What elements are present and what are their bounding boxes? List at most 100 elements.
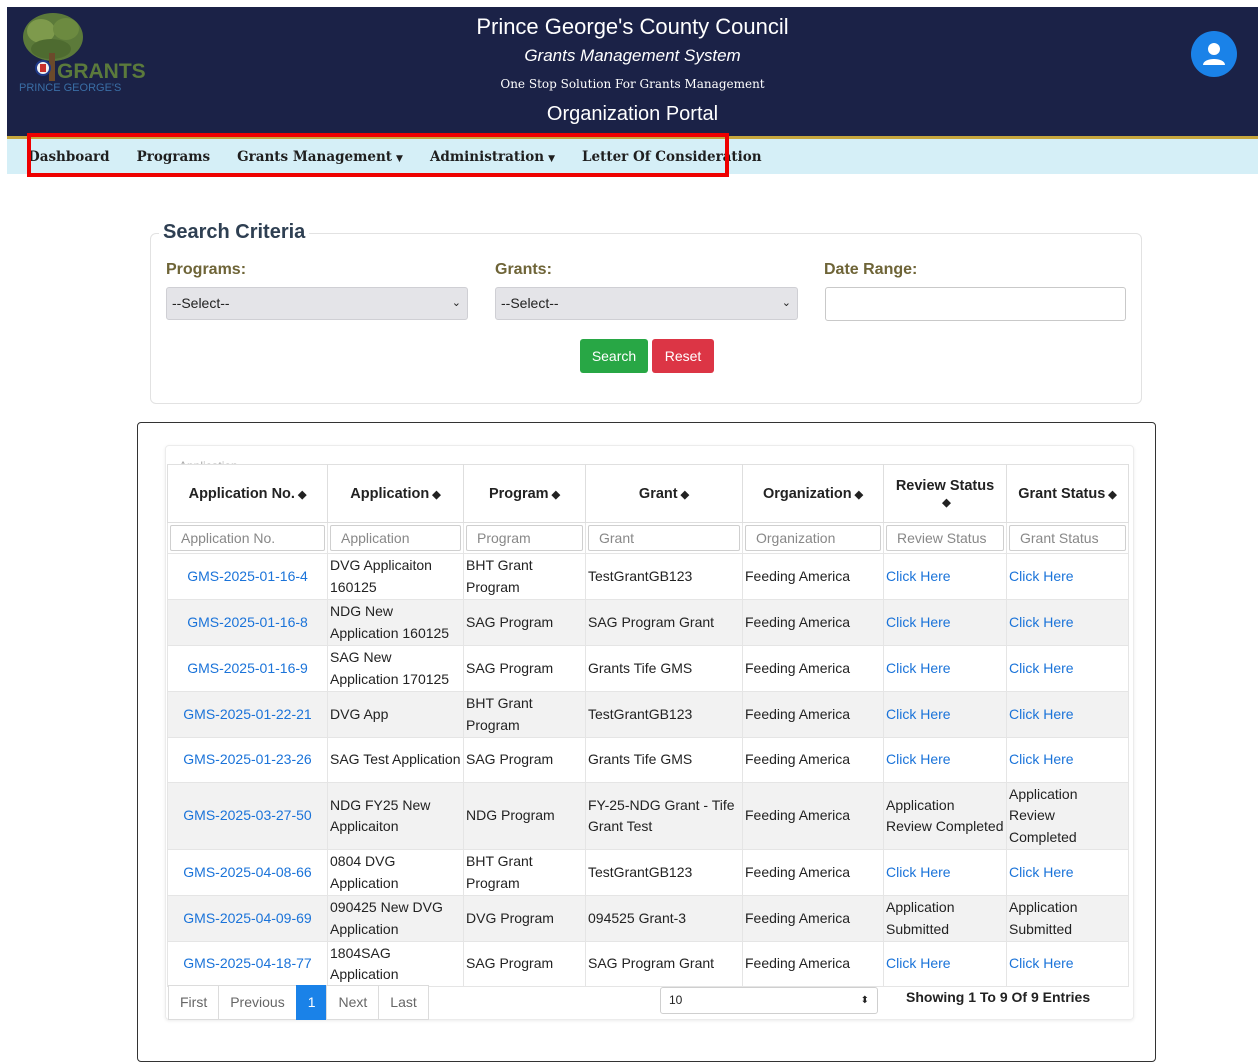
nav-item-administration[interactable]: Administration ▼: [430, 149, 555, 165]
column-header-application[interactable]: Application ◆: [327, 464, 464, 523]
filter-program-input[interactable]: Program: [466, 525, 583, 551]
review-status-link[interactable]: Click Here: [883, 645, 1007, 692]
organization-cell: Feeding America: [742, 941, 884, 987]
grant-status-link[interactable]: Click Here: [1006, 645, 1129, 692]
review-status-link[interactable]: Click Here: [883, 941, 1007, 987]
sort-icon: ◆: [942, 496, 951, 509]
grant-status-link[interactable]: Click Here: [1006, 849, 1129, 896]
filter-cell: Program: [463, 522, 586, 554]
application-name-cell: DVG App: [327, 691, 464, 738]
date-range-input[interactable]: [825, 287, 1126, 321]
filter-grant-status-input[interactable]: Grant Status: [1009, 525, 1126, 551]
review-status-link[interactable]: Click Here: [883, 599, 1007, 646]
entries-summary: Showing 1 To 9 Of 9 Entries: [906, 989, 1091, 1005]
grant-status-link[interactable]: Click Here: [1006, 737, 1129, 783]
grant-cell: TestGrantGB123: [585, 553, 743, 600]
review-status-link[interactable]: Click Here: [883, 737, 1007, 783]
application-no-link[interactable]: GMS-2025-01-16-9: [167, 645, 328, 692]
previous-page-button[interactable]: Previous: [218, 985, 297, 1020]
nav-label: Dashboard: [28, 148, 110, 165]
page-1-button[interactable]: 1: [295, 985, 328, 1020]
table-header-row: Application No. ◆ Application ◆ Program ◆ G…: [167, 464, 1129, 523]
grant-status-link[interactable]: Click Here: [1006, 941, 1129, 987]
grant-status-cell: Application Review Completed: [1006, 782, 1129, 850]
program-cell: DVG Program: [463, 895, 586, 942]
grants-select[interactable]: --Select-- ⌄: [495, 287, 798, 320]
application-name-cell: NDG FY25 New Applicaiton: [327, 782, 464, 850]
nav-item-letter-of-consideration[interactable]: Letter Of Consideration: [582, 149, 762, 165]
application-name-cell: NDG New Application 160125: [327, 599, 464, 646]
chevron-down-icon: ⌄: [451, 297, 461, 309]
organization-cell: Feeding America: [742, 849, 884, 896]
sort-icon: ◆: [432, 488, 441, 501]
organization-cell: Feeding America: [742, 599, 884, 646]
column-header-label: Program: [488, 485, 549, 502]
nav-item-programs[interactable]: Programs: [137, 149, 210, 165]
search-button[interactable]: Search: [580, 339, 648, 373]
filter-organization-input[interactable]: Organization: [745, 525, 881, 551]
filter-grant-input[interactable]: Grant: [588, 525, 740, 551]
grant-status-link[interactable]: Click Here: [1006, 599, 1129, 646]
application-no-link[interactable]: GMS-2025-01-16-8: [167, 599, 328, 646]
nav-item-dashboard[interactable]: Dashboard: [28, 149, 110, 165]
column-header-organization[interactable]: Organization ◆: [742, 464, 884, 523]
nav-label: Grants Management: [237, 148, 393, 165]
filter-cell: Organization: [742, 522, 884, 554]
application-name-cell: SAG New Application 170125: [327, 645, 464, 692]
next-page-button[interactable]: Next: [326, 985, 380, 1020]
table-row: GMS-2025-01-16-8 NDG New Application 1601…: [167, 599, 1129, 646]
filter-application-no-input[interactable]: Application No.: [170, 525, 325, 551]
table-row: GMS-2025-04-08-66 0804 DVG Application BHT…: [167, 849, 1129, 896]
filter-cell: Grant: [585, 522, 743, 554]
program-cell: SAG Program: [463, 737, 586, 783]
first-page-button[interactable]: First: [168, 985, 220, 1020]
programs-select-value: --Select--: [172, 295, 230, 311]
application-no-link[interactable]: GMS-2025-04-18-77: [167, 941, 328, 987]
column-header-label: Grant: [638, 485, 678, 502]
organization-cell: Feeding America: [742, 691, 884, 738]
council-title: Prince George's County Council: [476, 14, 789, 39]
application-no-link[interactable]: GMS-2025-03-27-50: [167, 782, 328, 850]
main-navbar: Dashboard Programs Grants Management ▼ Ad…: [7, 139, 1258, 174]
review-status-cell: Application Review Completed: [883, 782, 1007, 850]
grant-cell: TestGrantGB123: [585, 691, 743, 738]
application-no-link[interactable]: GMS-2025-01-22-21: [167, 691, 328, 738]
last-page-button[interactable]: Last: [378, 985, 429, 1020]
user-avatar-button[interactable]: [1191, 31, 1237, 77]
column-header-label: Review Status: [895, 477, 995, 494]
page-size-select[interactable]: 10 ⬍: [660, 987, 878, 1014]
application-no-link[interactable]: GMS-2025-04-09-69: [167, 895, 328, 942]
review-status-link[interactable]: Click Here: [883, 691, 1007, 738]
programs-select[interactable]: --Select-- ⌄: [166, 287, 468, 320]
application-name-cell: 090425 New DVG Application: [327, 895, 464, 942]
grant-status-link[interactable]: Click Here: [1006, 553, 1129, 600]
program-cell: BHT Grant Program: [463, 553, 586, 600]
application-no-link[interactable]: GMS-2025-01-23-26: [167, 737, 328, 783]
filter-application-input[interactable]: Application: [330, 525, 461, 551]
applications-table: Application No. ◆ Application ◆ Program ◆ G…: [167, 464, 1129, 987]
filter-review-status-input[interactable]: Review Status: [886, 525, 1004, 551]
review-status-link[interactable]: Click Here: [883, 553, 1007, 600]
sort-icon: ◆: [551, 488, 561, 501]
reset-button[interactable]: Reset: [652, 339, 714, 373]
application-no-link[interactable]: GMS-2025-04-08-66: [167, 849, 328, 896]
program-cell: SAG Program: [463, 599, 586, 646]
review-status-link[interactable]: Click Here: [883, 849, 1007, 896]
programs-label: Programs:: [166, 261, 247, 278]
column-header-program[interactable]: Program ◆: [463, 464, 586, 523]
column-header-application-no[interactable]: Application No. ◆: [167, 464, 328, 523]
organization-cell: Feeding America: [742, 782, 884, 850]
column-header-grant[interactable]: Grant ◆: [585, 464, 743, 523]
nav-item-grants-management[interactable]: Grants Management ▼: [237, 149, 403, 165]
organization-cell: Feeding America: [742, 737, 884, 783]
nav-label: Administration: [429, 148, 545, 165]
application-no-link[interactable]: GMS-2025-01-16-4: [167, 553, 328, 600]
column-header-review-status[interactable]: Review Status ◆: [883, 464, 1007, 523]
grant-cell: SAG Program Grant: [585, 941, 743, 987]
sort-arrows-icon: ⬍: [860, 995, 869, 1006]
column-header-grant-status[interactable]: Grant Status ◆: [1006, 464, 1129, 523]
grant-status-link[interactable]: Click Here: [1006, 691, 1129, 738]
grant-cell: Grants Tife GMS: [585, 737, 743, 783]
grant-cell: TestGrantGB123: [585, 849, 743, 896]
program-cell: NDG Program: [463, 782, 586, 850]
